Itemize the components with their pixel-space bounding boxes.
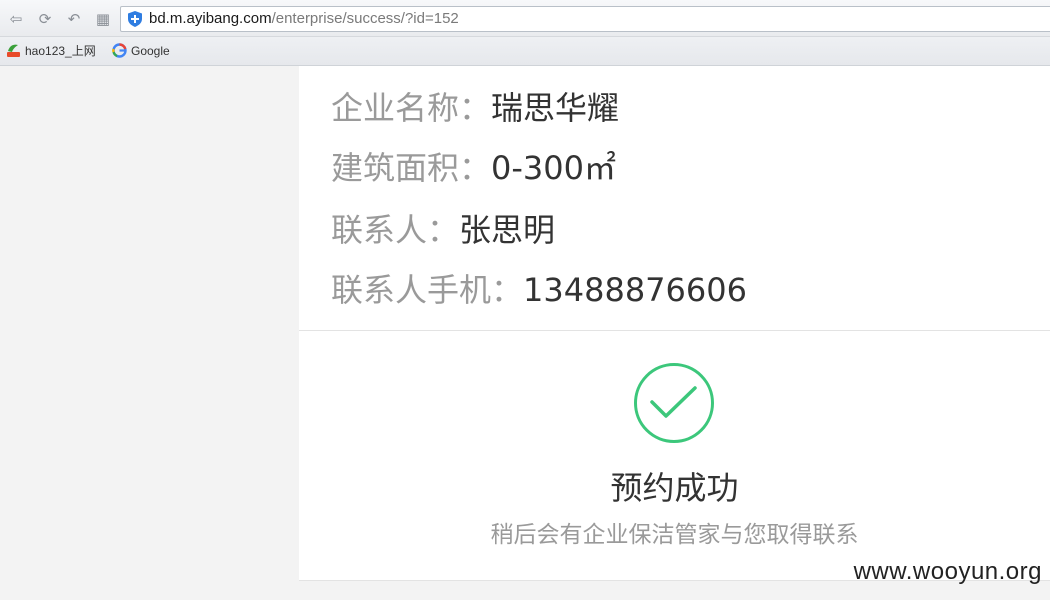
bookmark-hao123[interactable]: hao123_上网: [6, 43, 96, 59]
company-row: 企业名称：瑞思华耀: [331, 88, 619, 128]
phone-row: 联系人手机：13488876606: [331, 270, 747, 310]
address-bar[interactable]: bd.m.ayibang.com/enterprise/success/?id=…: [120, 6, 1050, 32]
company-label: 企业名称：: [331, 89, 492, 127]
success-check-icon: [634, 363, 714, 443]
contact-row: 联系人：张思明: [331, 210, 555, 250]
bookmark-label: hao123_上网: [25, 44, 96, 58]
success-title: 预约成功: [610, 469, 739, 507]
undo-icon[interactable]: ↶: [65, 10, 83, 28]
contact-label: 联系人：: [331, 211, 460, 249]
url-host: bd.m.ayibang.com: [149, 10, 272, 27]
company-value: 瑞思华耀: [491, 89, 620, 127]
success-page: 企业名称：瑞思华耀 建筑面积：0-300㎡ 联系人：张思明 联系人手机：1348…: [299, 66, 1050, 581]
success-subtitle: 稍后会有企业保洁管家与您取得联系: [490, 522, 859, 548]
google-icon: [112, 43, 127, 58]
contact-value: 张思明: [459, 211, 556, 249]
phone-label: 联系人手机：: [331, 271, 524, 309]
watermark: www.wooyun.org: [853, 558, 1042, 585]
divider: [299, 330, 1050, 331]
area-label: 建筑面积：: [331, 149, 492, 187]
phone-value: 13488876606: [523, 271, 747, 309]
url-path: /enterprise/success/?id=152: [271, 10, 459, 27]
area-value: 0-300㎡: [491, 149, 617, 187]
refresh-icon[interactable]: ⟳: [36, 10, 54, 28]
hao123-icon: [7, 44, 20, 57]
bookmarks-bar: hao123_上网 Google: [0, 37, 1050, 66]
area-row: 建筑面积：0-300㎡: [331, 148, 616, 188]
bookmark-google[interactable]: Google: [112, 43, 170, 59]
url-text[interactable]: bd.m.ayibang.com/enterprise/success/?id=…: [149, 10, 459, 28]
back-icon[interactable]: ⇦: [7, 10, 25, 28]
tab-grid-icon[interactable]: ▦: [94, 10, 112, 28]
browser-toolbar: ⇦ ⟳ ↶ ▦ bd.m.ayibang.com/enterprise/succ…: [0, 0, 1050, 37]
secure-shield-icon: [128, 11, 142, 27]
bookmark-label: Google: [131, 44, 170, 58]
